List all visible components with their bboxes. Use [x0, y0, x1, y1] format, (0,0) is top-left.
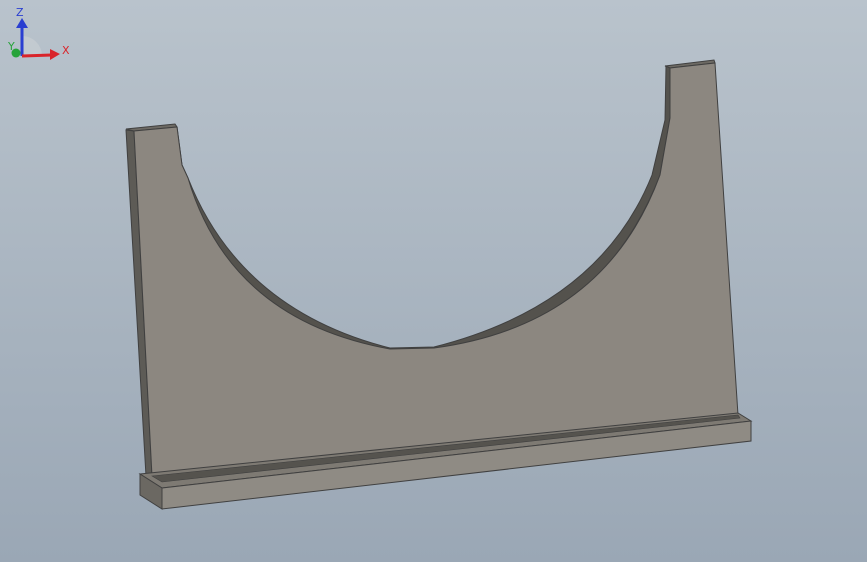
z-axis-label: Z [16, 6, 24, 19]
viewport-canvas[interactable] [0, 0, 867, 562]
x-axis-label: X [62, 44, 70, 57]
x-axis-line [21, 53, 53, 58]
x-axis-arrow-icon [50, 49, 60, 60]
reference-triad: Z X Y [7, 6, 70, 60]
triad-origin-disc [22, 36, 42, 56]
3d-viewport[interactable]: Z X Y [0, 0, 867, 562]
z-axis-arrow-icon [16, 18, 28, 28]
y-axis-label: Y [7, 40, 15, 53]
